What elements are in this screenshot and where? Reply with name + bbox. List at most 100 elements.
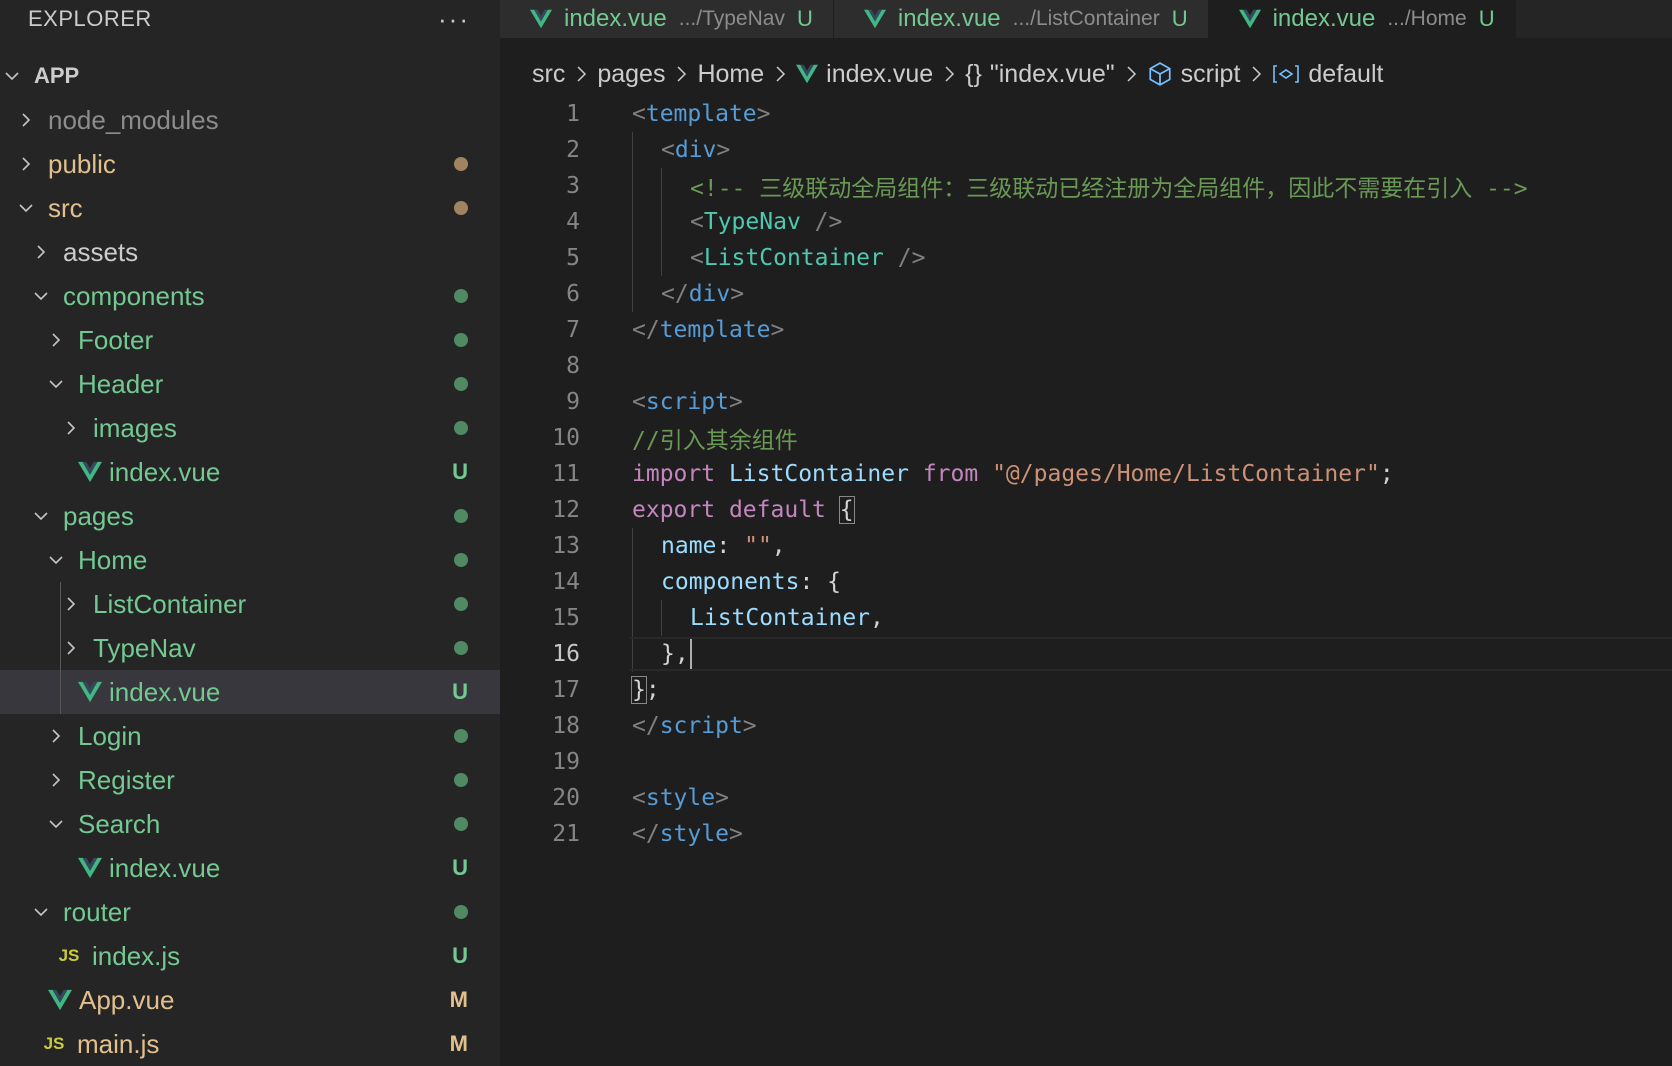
- line-number: 14: [552, 569, 580, 595]
- code-line[interactable]: 17};: [500, 672, 1672, 708]
- git-status-dot: [454, 641, 468, 655]
- code-token: :: [716, 533, 745, 559]
- tree-file[interactable]: index.vue U: [0, 450, 500, 494]
- git-status-badge: U: [452, 679, 468, 704]
- tree-folder[interactable]: Search: [0, 802, 500, 846]
- tree-folder[interactable]: assets: [0, 230, 500, 274]
- code-token: script: [659, 713, 743, 739]
- code-line[interactable]: 11 import ListContainer from "@/pages/Hom…: [500, 456, 1672, 492]
- code-line[interactable]: 18 </script >: [500, 708, 1672, 744]
- git-status-dot: [454, 421, 468, 435]
- symbol-variable-icon: [1272, 64, 1300, 84]
- tree-folder[interactable]: src: [0, 186, 500, 230]
- tree-item-label: router: [63, 896, 131, 927]
- tree-folder[interactable]: components: [0, 274, 500, 318]
- code-token: >: [728, 821, 743, 847]
- tree-folder[interactable]: Register: [0, 758, 500, 802]
- code-line[interactable]: 3 <!-- 三级联动全局组件：三级联动已经注册为全局组件，因此不需要在引入 --…: [500, 168, 1672, 204]
- code-line[interactable]: 16},: [500, 636, 1672, 672]
- git-status-dot: [454, 905, 468, 919]
- breadcrumb-label: src: [532, 59, 566, 88]
- code-line[interactable]: 20 < style >: [500, 780, 1672, 816]
- vue-file-icon: [77, 679, 103, 705]
- more-actions-icon[interactable]: ···: [438, 6, 470, 32]
- code-token: >: [742, 713, 757, 739]
- code-line[interactable]: 5 < ListContainer />: [500, 240, 1672, 276]
- tree-folder[interactable]: Header: [0, 362, 500, 406]
- tree-item-label: index.vue: [109, 456, 221, 487]
- code-token: }: [631, 676, 647, 704]
- chevron-right-icon: [63, 591, 79, 617]
- code-line[interactable]: 4 < TypeNav />: [500, 204, 1672, 240]
- code-token: <: [632, 389, 646, 415]
- line-number: 1: [566, 101, 580, 127]
- line-number: 7: [566, 317, 580, 343]
- code-line[interactable]: 9 < script >: [500, 384, 1672, 420]
- breadcrumb-item[interactable]: Home: [697, 60, 764, 89]
- code-line[interactable]: 19: [500, 744, 1672, 780]
- tree-file[interactable]: App.vue M: [0, 978, 500, 1022]
- code-line[interactable]: 7 </template >: [500, 312, 1672, 348]
- code-line[interactable]: 6 </div >: [500, 276, 1672, 312]
- editor-tab[interactable]: index.vue .../TypeNav U: [500, 0, 834, 38]
- breadcrumb-label: Home: [697, 59, 765, 88]
- tree-file[interactable]: index.vue U: [0, 846, 500, 890]
- breadcrumb-item[interactable]: index.vue: [796, 60, 933, 89]
- breadcrumb-item[interactable]: default: [1272, 60, 1383, 89]
- tree-folder[interactable]: Home: [0, 538, 500, 582]
- tree-item-label: src: [48, 192, 83, 223]
- line-number: 11: [552, 461, 580, 487]
- line-number: 9: [566, 389, 580, 415]
- git-status-dot: [454, 509, 468, 523]
- code-content: </template >: [632, 312, 784, 348]
- code-token: //引入其余组件: [632, 428, 798, 454]
- tree-item-label: public: [48, 148, 116, 179]
- breadcrumb-item[interactable]: pages: [597, 60, 665, 89]
- git-status-dot: [454, 597, 468, 611]
- code-token: >: [716, 137, 731, 163]
- code-line[interactable]: 15 ListContainer,: [500, 600, 1672, 636]
- code-line[interactable]: 8: [500, 348, 1672, 384]
- code-editor[interactable]: 1 < template >2 < div >3 <!-- 三级联动全局组件：三级联动已经注册…: [500, 96, 1672, 1066]
- tree-folder[interactable]: images: [0, 406, 500, 450]
- breadcrumb-item[interactable]: script: [1147, 60, 1240, 89]
- tree-folder[interactable]: Footer: [0, 318, 500, 362]
- tree-folder[interactable]: ListContainer: [0, 582, 500, 626]
- breadcrumb-item[interactable]: {} "index.vue": [965, 60, 1114, 89]
- chevron-right-icon: [48, 767, 64, 793]
- tree-item-label: pages: [63, 500, 134, 531]
- tree-folder[interactable]: router: [0, 890, 500, 934]
- editor-tab[interactable]: index.vue .../ListContainer U: [833, 0, 1209, 38]
- code-content: </script >: [632, 708, 757, 744]
- code-line[interactable]: 14 components: {: [500, 564, 1672, 600]
- breadcrumb-item[interactable]: src: [532, 60, 565, 89]
- tree-file[interactable]: JS main.js M: [0, 1022, 500, 1066]
- editor-tab[interactable]: index.vue .../Home U: [1208, 0, 1516, 38]
- tree-folder[interactable]: APP: [0, 54, 500, 98]
- chevron-down-icon: [33, 899, 49, 925]
- tree-folder[interactable]: TypeNav: [0, 626, 500, 670]
- code-token: <: [632, 785, 646, 811]
- tree-folder[interactable]: pages: [0, 494, 500, 538]
- code-line[interactable]: 21 </style >: [500, 816, 1672, 852]
- tree-file[interactable]: JS index.js U: [0, 934, 500, 978]
- code-line[interactable]: 1 < template >: [500, 96, 1672, 132]
- line-number: 10: [552, 425, 580, 451]
- line-number: 19: [552, 749, 580, 775]
- tree-folder[interactable]: node_modules: [0, 98, 500, 142]
- vue-icon: [796, 63, 819, 85]
- indent-guide: [661, 204, 690, 240]
- tree-file[interactable]: index.vue U: [0, 670, 500, 714]
- line-number: 13: [552, 533, 580, 559]
- tree-item-label: Register: [78, 764, 175, 795]
- tree-folder[interactable]: Login: [0, 714, 500, 758]
- code-line[interactable]: 12 export default {: [500, 492, 1672, 528]
- code-token: </: [632, 317, 660, 343]
- breadcrumb-separator-icon: [575, 65, 587, 83]
- code-line[interactable]: 13 name: "",: [500, 528, 1672, 564]
- code-line[interactable]: 2 < div >: [500, 132, 1672, 168]
- code-line[interactable]: 10 //引入其余组件: [500, 420, 1672, 456]
- tree-folder[interactable]: public: [0, 142, 500, 186]
- explorer-header: EXPLORER ···: [0, 0, 500, 38]
